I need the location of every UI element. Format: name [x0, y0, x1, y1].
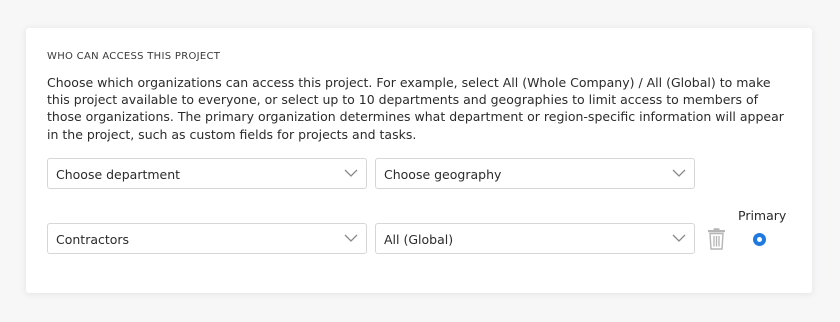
chevron-down-icon	[672, 234, 686, 242]
trash-icon[interactable]	[707, 228, 726, 250]
department-select[interactable]: Choose department	[47, 158, 367, 189]
chevron-down-icon	[344, 234, 358, 242]
geography-select-row[interactable]: All (Global)	[375, 223, 695, 254]
chevron-down-icon	[672, 169, 686, 177]
department-value: Contractors	[56, 232, 130, 247]
geography-placeholder: Choose geography	[384, 167, 502, 182]
department-placeholder: Choose department	[56, 167, 181, 182]
primary-column-label: Primary	[738, 208, 787, 223]
section-description: Choose which organizations can access th…	[47, 75, 784, 142]
geography-select[interactable]: Choose geography	[375, 158, 695, 189]
department-select-row[interactable]: Contractors	[47, 223, 367, 254]
access-card: WHO CAN ACCESS THIS PROJECT Choose which…	[26, 28, 812, 293]
radio-selected-icon	[757, 237, 762, 242]
primary-radio[interactable]	[753, 233, 766, 246]
section-title: WHO CAN ACCESS THIS PROJECT	[47, 51, 221, 62]
geography-value: All (Global)	[384, 232, 454, 247]
chevron-down-icon	[344, 169, 358, 177]
